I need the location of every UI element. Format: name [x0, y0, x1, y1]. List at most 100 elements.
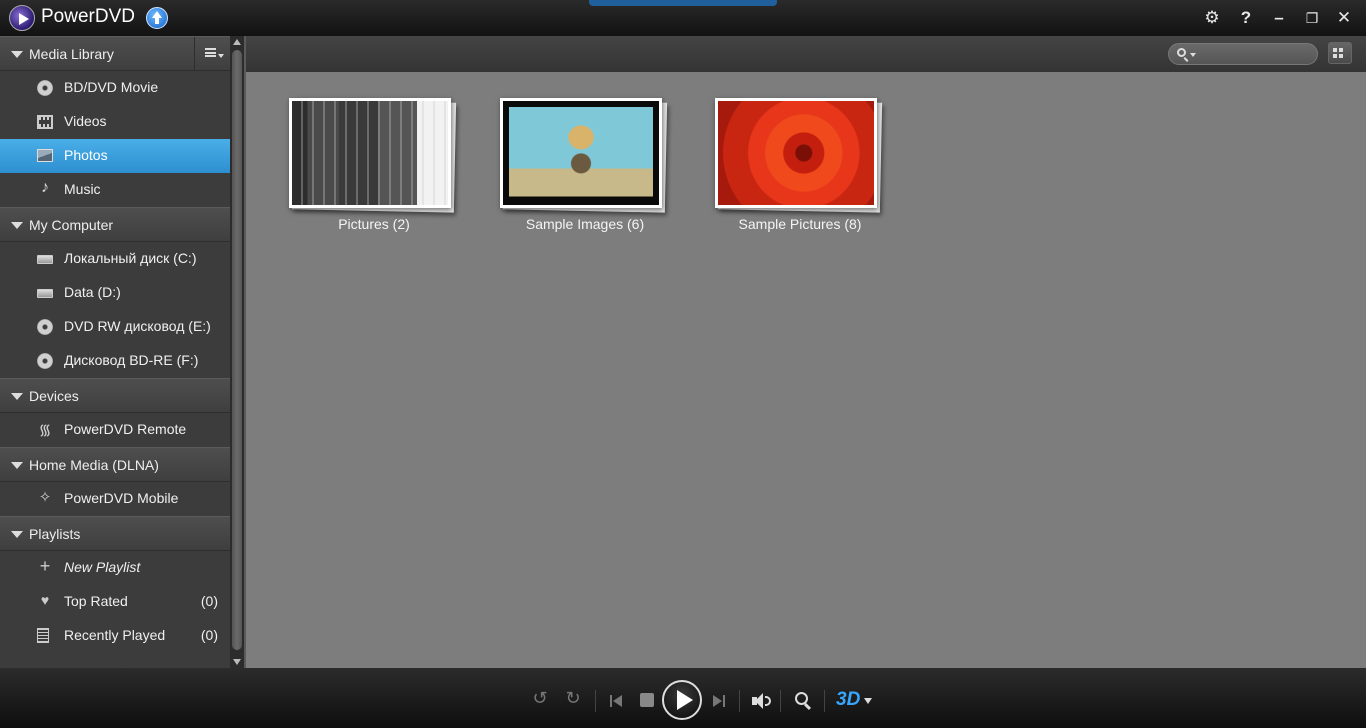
next-icon[interactable]	[713, 695, 725, 707]
mobile-device-icon: ✧	[38, 489, 52, 506]
collapse-arrow-icon[interactable]	[11, 462, 23, 469]
folder-thumbnail[interactable]	[289, 98, 457, 213]
library-menu-button[interactable]	[194, 37, 230, 71]
disc-icon	[37, 319, 53, 335]
collapse-arrow-icon[interactable]	[11, 531, 23, 538]
sidebar-item-drive-e[interactable]: DVD RW дисковод (E:)	[0, 310, 230, 344]
section-devices[interactable]: Devices	[0, 378, 230, 413]
sidebar-item-photos[interactable]: Photos	[0, 139, 230, 173]
help-icon[interactable]: ?	[1235, 8, 1257, 28]
sidebar-item-drive-f[interactable]: Дисковод BD-RE (F:)	[0, 344, 230, 378]
folder-thumbnail[interactable]	[715, 98, 883, 213]
main-content: Pictures (2) Sample Images (6) Sample Pi…	[246, 36, 1366, 668]
volume-icon[interactable]	[752, 693, 772, 709]
sidebar-item-label: Videos	[64, 113, 107, 129]
film-icon	[37, 115, 53, 129]
content-toolbar	[246, 36, 1366, 72]
collapse-arrow-icon[interactable]	[11, 51, 23, 58]
item-count: (0)	[200, 593, 218, 609]
sidebar: Media Library BD/DVD Movie Videos Photos…	[0, 36, 230, 668]
sidebar-item-label: Music	[64, 181, 101, 197]
grid-view-icon	[1333, 54, 1337, 58]
sidebar-item-music[interactable]: ♪ Music	[0, 173, 230, 207]
zoom-icon[interactable]	[792, 691, 814, 711]
sidebar-item-powerdvd-remote[interactable]: ᯾ PowerDVD Remote	[0, 413, 230, 447]
sidebar-item-bd-dvd-movie[interactable]: BD/DVD Movie	[0, 71, 230, 105]
sidebar-item-label: Data (D:)	[64, 284, 121, 300]
search-icon[interactable]	[1177, 48, 1186, 57]
3d-mode-icon[interactable]: 3D	[836, 689, 860, 711]
previous-icon[interactable]	[610, 695, 622, 707]
section-label: Devices	[29, 388, 79, 404]
volume-wave	[765, 696, 771, 706]
grid-view-icon	[1339, 48, 1343, 52]
3d-dropdown-caret-icon[interactable]	[864, 698, 872, 704]
undo-rotate-icon[interactable]: ↺	[528, 688, 552, 709]
section-home-media[interactable]: Home Media (DLNA)	[0, 447, 230, 482]
stop-button[interactable]	[640, 693, 654, 707]
view-mode-button[interactable]	[1328, 42, 1352, 64]
list-icon	[37, 628, 49, 643]
search-input[interactable]	[1168, 43, 1318, 65]
section-my-computer[interactable]: My Computer	[0, 207, 230, 242]
play-button[interactable]	[662, 680, 702, 720]
item-count: (0)	[200, 627, 218, 643]
section-label: Playlists	[29, 526, 81, 542]
settings-gear-icon[interactable]: ⚙	[1201, 8, 1223, 28]
folder-thumbnail[interactable]	[500, 98, 668, 213]
sidebar-item-top-rated[interactable]: ♥ Top Rated (0)	[0, 585, 230, 619]
disc-icon	[37, 80, 53, 96]
sidebar-item-label: PowerDVD Mobile	[64, 490, 179, 506]
control-separator	[780, 690, 781, 712]
zoom-handle	[803, 702, 812, 711]
grid-view-icon	[1339, 54, 1343, 58]
section-label: Media Library	[29, 46, 114, 62]
sidebar-item-recently-played[interactable]: Recently Played (0)	[0, 619, 230, 653]
sidebar-item-label: Top Rated	[64, 593, 128, 609]
section-label: Home Media (DLNA)	[29, 457, 159, 473]
sidebar-item-label: Recently Played	[64, 627, 166, 643]
scroll-down-arrow-icon[interactable]	[233, 659, 241, 665]
circuit-board-photo	[292, 101, 448, 205]
section-playlists[interactable]: Playlists	[0, 516, 230, 551]
photo-frame	[500, 98, 662, 208]
sidebar-item-drive-d[interactable]: Data (D:)	[0, 276, 230, 310]
redo-rotate-icon[interactable]: ↻	[561, 688, 585, 709]
grid-view-icon	[1333, 48, 1337, 52]
collapse-arrow-icon[interactable]	[11, 222, 23, 229]
remote-signal-icon: ᯾	[38, 422, 52, 439]
restore-icon[interactable]: ❐	[1301, 8, 1323, 28]
scroll-thumb[interactable]	[232, 50, 242, 650]
sidebar-item-label: DVD RW дисковод (E:)	[64, 318, 211, 334]
powerdvd-window: PowerDVD ⚙ ? – ❐ ✕ Media Library BD/DVD …	[0, 0, 1366, 728]
sidebar-scrollbar[interactable]	[230, 36, 244, 668]
photo-icon	[37, 149, 53, 162]
sidebar-item-label: Локальный диск (C:)	[64, 250, 197, 266]
sidebar-item-videos[interactable]: Videos	[0, 105, 230, 139]
folder-label: Pictures (2)	[338, 216, 410, 232]
control-separator	[824, 690, 825, 712]
red-flower-photo	[718, 101, 874, 205]
search-dropdown-caret-icon[interactable]	[1190, 53, 1196, 57]
powerdvd-logo-icon	[9, 5, 35, 31]
scroll-up-arrow-icon[interactable]	[233, 39, 241, 45]
hard-drive-icon	[37, 289, 53, 298]
sidebar-item-drive-c[interactable]: Локальный диск (C:)	[0, 242, 230, 276]
section-media-library[interactable]: Media Library	[0, 36, 230, 71]
hard-drive-icon	[37, 255, 53, 264]
upgrade-icon[interactable]	[146, 7, 168, 29]
section-label: My Computer	[29, 217, 114, 233]
sidebar-item-new-playlist[interactable]: + New Playlist	[0, 551, 230, 585]
collapse-arrow-icon[interactable]	[11, 393, 23, 400]
menu-lines-icon	[205, 48, 216, 57]
minimize-icon[interactable]: –	[1268, 8, 1290, 28]
control-separator	[595, 690, 596, 712]
swing-ride-photo	[503, 101, 659, 205]
control-separator	[739, 690, 740, 712]
folder-label: Sample Pictures (8)	[738, 216, 862, 232]
sidebar-item-powerdvd-mobile[interactable]: ✧ PowerDVD Mobile	[0, 482, 230, 516]
dropdown-caret-icon	[218, 54, 224, 58]
sidebar-item-label: New Playlist	[64, 559, 141, 575]
close-icon[interactable]: ✕	[1333, 8, 1355, 28]
heart-icon: ♥	[40, 592, 50, 608]
